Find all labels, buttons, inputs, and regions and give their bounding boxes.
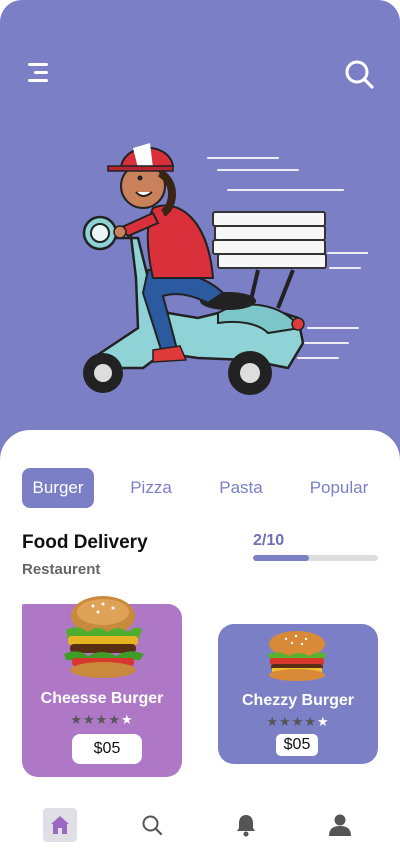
home-icon bbox=[51, 816, 69, 834]
star-icon: ★ bbox=[279, 714, 292, 729]
price-button[interactable]: $05 bbox=[72, 734, 142, 764]
progress-label: 2/10 bbox=[253, 532, 285, 549]
section-title: Food Delivery bbox=[22, 532, 148, 553]
tab-popular[interactable]: Popular bbox=[304, 468, 374, 508]
progress-bar bbox=[253, 555, 378, 561]
star-icon: ★ bbox=[291, 714, 305, 729]
bell-icon bbox=[237, 815, 255, 837]
tab-burger[interactable]: Burger bbox=[22, 468, 94, 508]
rating-stars: ★★★★★ bbox=[22, 712, 182, 728]
card-title: Chezzy Burger bbox=[241, 692, 355, 709]
search-icon bbox=[142, 815, 163, 836]
burger-image bbox=[268, 631, 326, 681]
price-button[interactable]: $05 bbox=[276, 734, 318, 756]
nav-search[interactable] bbox=[135, 808, 169, 842]
hero-banner bbox=[0, 0, 400, 470]
bottom-navigation bbox=[0, 800, 400, 850]
category-tabs: Burger Pizza Pasta Popular bbox=[22, 468, 392, 508]
star-icon: ★ bbox=[316, 714, 330, 729]
section-subtitle: Restaurent bbox=[22, 561, 101, 578]
nav-home[interactable] bbox=[43, 808, 77, 842]
star-icon: ★ bbox=[83, 712, 96, 727]
rating-stars: ★★★★★ bbox=[218, 714, 378, 730]
tab-pizza[interactable]: Pizza bbox=[122, 468, 180, 508]
tab-pasta[interactable]: Pasta bbox=[210, 468, 272, 508]
menu-icon bbox=[28, 63, 48, 82]
progress-fill bbox=[253, 555, 310, 561]
nav-profile[interactable] bbox=[323, 808, 357, 842]
user-icon bbox=[329, 814, 351, 836]
star-icon: ★ bbox=[70, 712, 84, 727]
food-card-cheese-burger[interactable]: Cheesse Burger ★★★★★ $05 bbox=[22, 596, 182, 777]
star-icon: ★ bbox=[266, 714, 280, 729]
food-card-chezzy-burger[interactable]: Chezzy Burger ★★★★★ $05 bbox=[218, 624, 378, 764]
delivery-scooter-illustration bbox=[82, 143, 368, 395]
menu-button[interactable] bbox=[26, 60, 52, 86]
search-button[interactable] bbox=[343, 58, 375, 90]
nav-notifications[interactable] bbox=[229, 808, 263, 842]
card-title: Cheesse Burger bbox=[40, 690, 164, 707]
star-icon: ★ bbox=[108, 712, 121, 727]
star-icon: ★ bbox=[120, 712, 134, 727]
star-icon: ★ bbox=[304, 714, 317, 729]
star-icon: ★ bbox=[95, 712, 109, 727]
burger-image bbox=[64, 596, 144, 678]
search-icon bbox=[345, 60, 374, 89]
